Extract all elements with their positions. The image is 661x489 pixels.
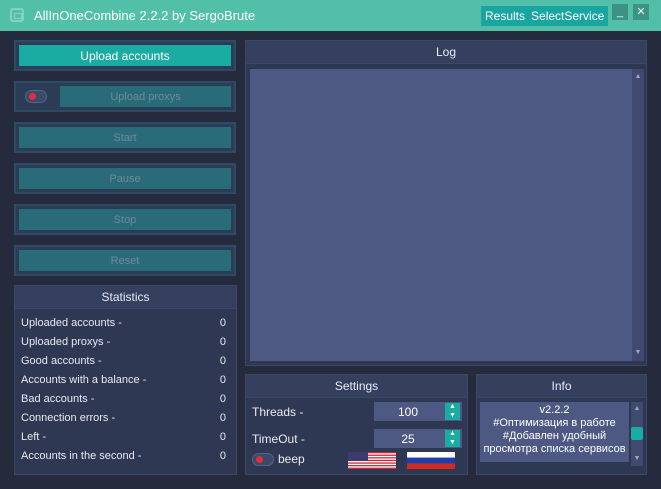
stat-row: Bad accounts - 0 — [21, 393, 226, 410]
scroll-up-icon[interactable]: ▲ — [631, 405, 643, 413]
info-line: просмотра списка сервисов — [483, 443, 626, 455]
scroll-thumb[interactable] — [631, 427, 643, 440]
beep-label: beep — [278, 452, 305, 466]
statistics-panel: Statistics Uploaded accounts - 0 Uploaded… — [14, 285, 237, 475]
proxy-toggle[interactable] — [25, 90, 47, 103]
info-line: #Оптимизация в работе — [493, 417, 616, 429]
info-text[interactable]: v2.2.2 #Оптимизация в работе #Добавлен у… — [480, 402, 629, 462]
log-output[interactable] — [250, 69, 632, 361]
select-service-tab[interactable]: SelectService — [531, 9, 604, 23]
stat-row: Accounts in the second - 0 — [21, 450, 226, 467]
upload-proxys-button[interactable]: Upload proxys — [60, 86, 231, 107]
timeout-label: TimeOut - — [252, 432, 305, 446]
stat-row: Left - 0 — [21, 431, 226, 448]
beep-toggle[interactable] — [252, 453, 274, 466]
results-tab[interactable]: Results — [485, 9, 525, 23]
info-line: #Добавлен удобный — [502, 430, 607, 442]
reset-button[interactable]: Reset — [14, 245, 236, 276]
settings-title: Settings — [246, 375, 467, 398]
start-label: Start — [19, 127, 231, 148]
threads-label: Threads - — [252, 405, 304, 419]
app-window: AllInOneCombine 2.2.2 by SergoBrute Resu… — [0, 0, 661, 489]
info-panel: Info v2.2.2 #Оптимизация в работе #Добав… — [476, 374, 647, 475]
stat-value: 0 — [219, 431, 226, 443]
info-line: v2.2.2 — [539, 404, 570, 416]
ru-flag-icon[interactable] — [407, 452, 455, 469]
stop-label: Stop — [19, 209, 231, 230]
log-scrollbar[interactable]: ▲ ▼ — [632, 69, 644, 361]
toggle-dot-icon — [29, 93, 36, 100]
timeout-value[interactable]: 25 — [374, 432, 442, 446]
pause-label: Pause — [19, 168, 231, 189]
stat-value: 0 — [219, 317, 226, 329]
spin-down-icon[interactable]: ▼ — [445, 439, 460, 447]
upload-accounts-button[interactable]: Upload accounts — [14, 40, 236, 71]
stat-row: Uploaded accounts - 0 — [21, 317, 226, 334]
spin-down-icon[interactable]: ▼ — [445, 412, 460, 420]
timeout-stepper[interactable]: 25 ▲ ▼ — [374, 429, 462, 448]
upload-proxys-row: Upload proxys — [14, 81, 236, 112]
stat-value: 0 — [219, 450, 226, 462]
stat-label: Bad accounts - — [21, 393, 95, 405]
stat-row: Good accounts - 0 — [21, 355, 226, 372]
timeout-spin: ▲ ▼ — [445, 430, 460, 447]
scroll-down-icon[interactable]: ▼ — [632, 349, 644, 357]
stat-label: Left - — [21, 431, 47, 443]
stat-row: Connection errors - 0 — [21, 412, 226, 429]
scroll-down-icon[interactable]: ▼ — [631, 455, 643, 463]
titlebar-tabs: Results SelectService — [481, 6, 609, 26]
stat-value: 0 — [219, 374, 226, 386]
threads-stepper[interactable]: 100 ▲ ▼ — [374, 402, 462, 421]
stat-row: Uploaded proxys - 0 — [21, 336, 226, 353]
threads-value[interactable]: 100 — [374, 405, 442, 419]
stat-label: Accounts with a balance - — [21, 374, 147, 386]
threads-spin: ▲ ▼ — [445, 403, 460, 420]
toggle-dot-icon — [256, 456, 263, 463]
close-icon[interactable]: ✕ — [633, 4, 649, 20]
statistics-title: Statistics — [15, 286, 236, 309]
stat-value: 0 — [219, 393, 226, 405]
stat-row: Accounts with a balance - 0 — [21, 374, 226, 391]
titlebar: AllInOneCombine 2.2.2 by SergoBrute Resu… — [0, 0, 661, 31]
settings-panel: Settings Threads - 100 ▲ ▼ TimeOut - 25 … — [245, 374, 468, 475]
app-icon — [10, 8, 24, 22]
pause-button[interactable]: Pause — [14, 163, 236, 194]
info-title: Info — [477, 375, 646, 398]
scroll-up-icon[interactable]: ▲ — [632, 73, 644, 81]
upload-accounts-label: Upload accounts — [19, 45, 231, 66]
stop-button[interactable]: Stop — [14, 204, 236, 235]
spin-up-icon[interactable]: ▲ — [445, 403, 460, 411]
stat-label: Uploaded accounts - — [21, 317, 122, 329]
spin-up-icon[interactable]: ▲ — [445, 430, 460, 438]
stat-value: 0 — [219, 336, 226, 348]
window-title: AllInOneCombine 2.2.2 by SergoBrute — [34, 8, 256, 23]
log-title: Log — [246, 41, 646, 64]
stat-label: Connection errors - — [21, 412, 116, 424]
stat-value: 0 — [219, 412, 226, 424]
info-scrollbar[interactable]: ▲ ▼ — [631, 402, 643, 466]
stat-value: 0 — [219, 355, 226, 367]
stat-label: Accounts in the second - — [21, 450, 142, 462]
log-panel: Log ▲ ▼ — [245, 40, 647, 366]
stat-label: Good accounts - — [21, 355, 102, 367]
reset-label: Reset — [19, 250, 231, 271]
minimize-icon[interactable]: _ — [612, 4, 628, 20]
start-button[interactable]: Start — [14, 122, 236, 153]
stat-label: Uploaded proxys - — [21, 336, 111, 348]
us-flag-icon[interactable] — [348, 452, 396, 469]
